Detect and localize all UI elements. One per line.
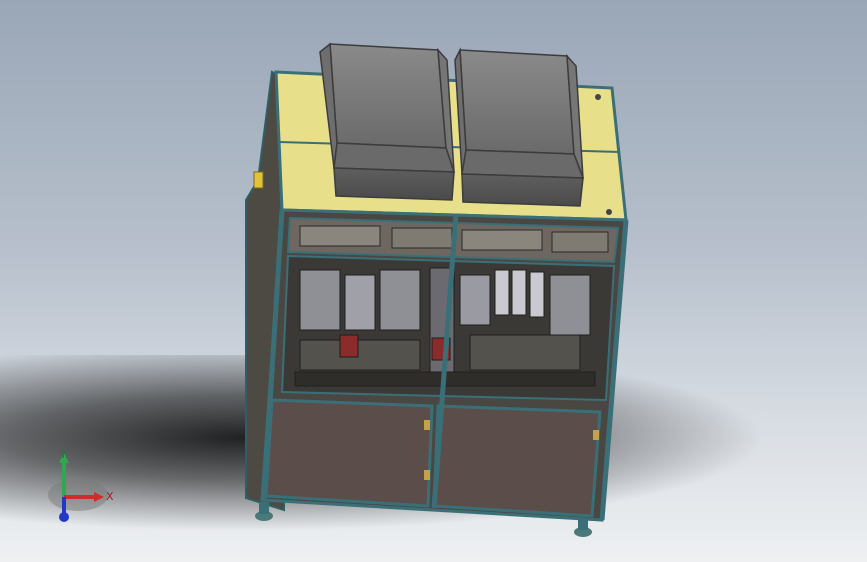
left-side-latch — [253, 171, 264, 189]
axis-triad: Y X — [48, 448, 114, 522]
top-panel-fastener — [595, 94, 601, 100]
z-axis-arrow-icon — [59, 512, 69, 522]
y-axis-label: Y — [59, 448, 67, 461]
graphics-viewport[interactable]: Y X — [0, 0, 867, 562]
cover-hood-left — [319, 42, 456, 201]
cover-hood-right — [454, 47, 585, 207]
lower-door-left[interactable] — [264, 398, 434, 508]
machine-3d-model[interactable] — [0, 0, 867, 562]
lower-door-right[interactable] — [432, 404, 602, 518]
x-axis-label: X — [106, 490, 114, 503]
top-panel-fastener — [606, 209, 612, 215]
